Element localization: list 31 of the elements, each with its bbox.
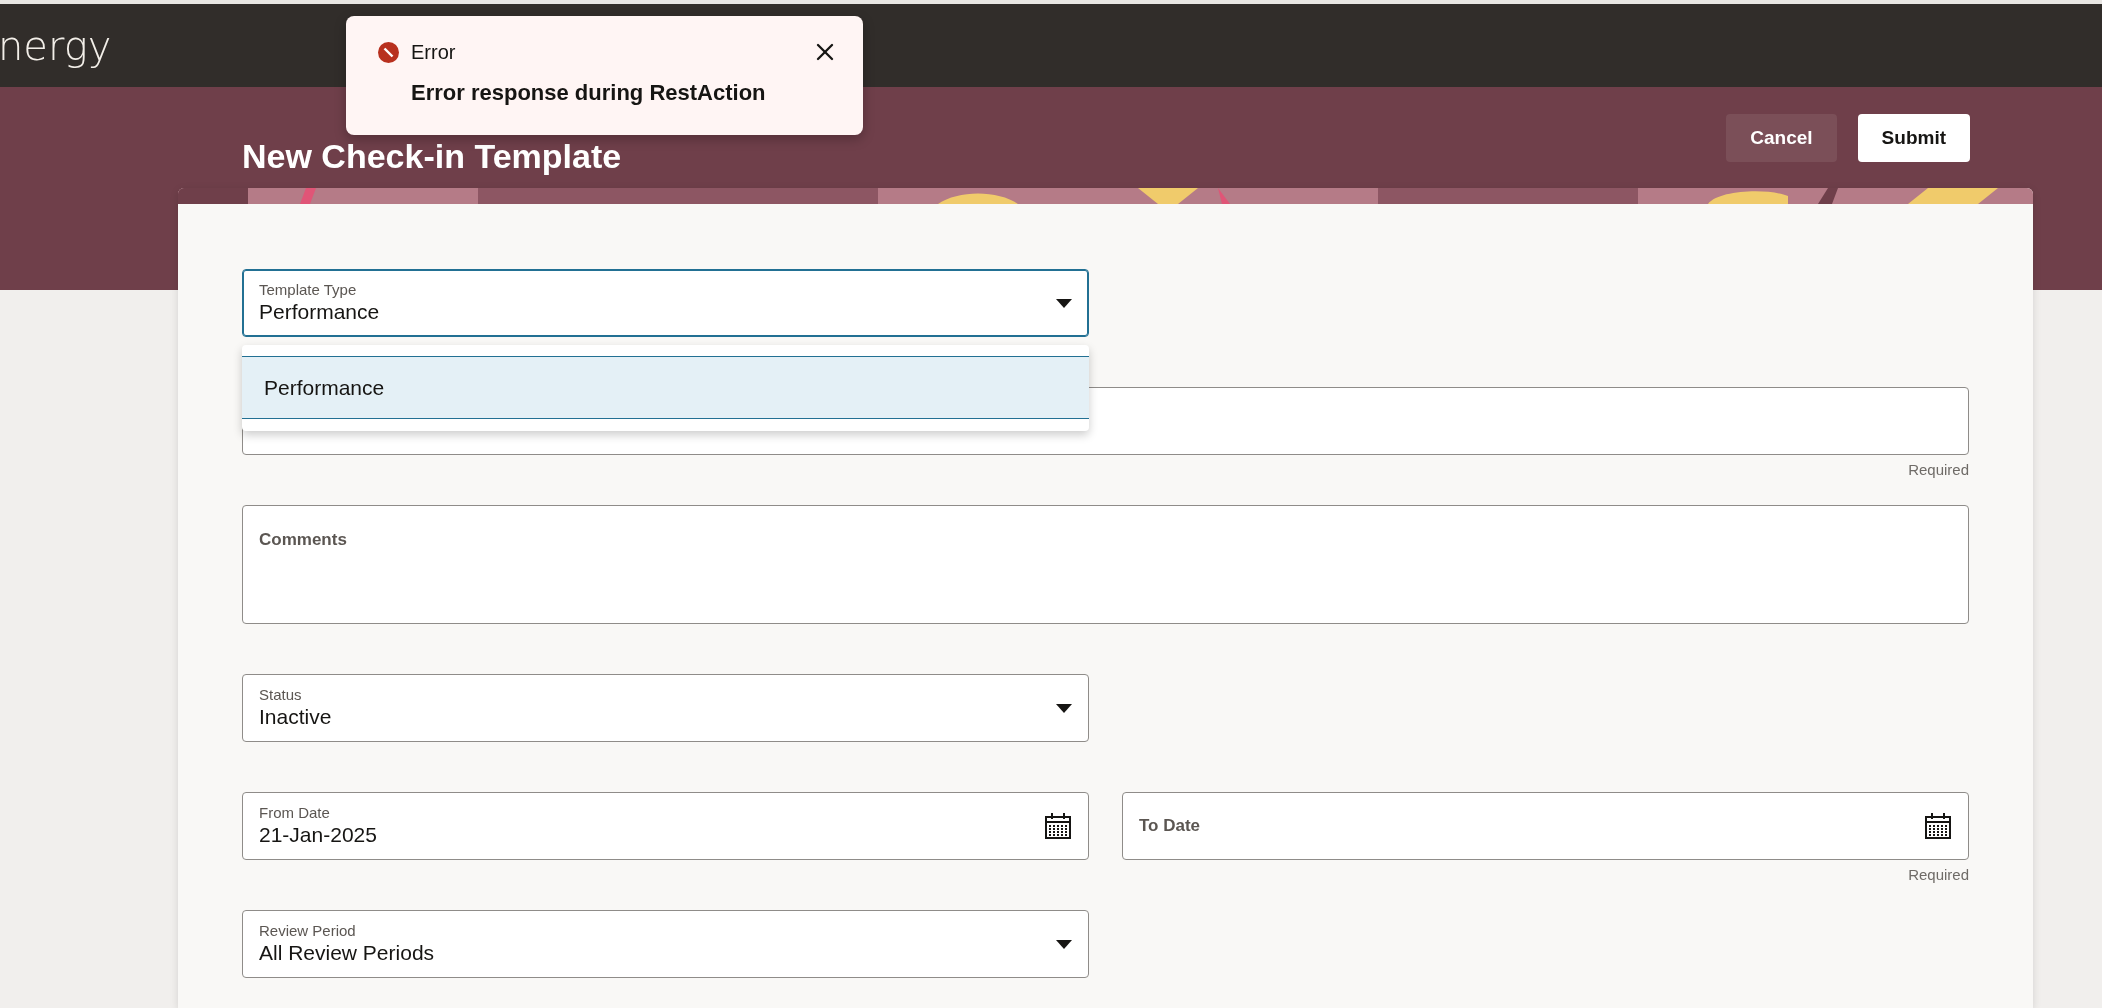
field-label: Comments (259, 530, 348, 550)
dropdown-option[interactable]: Performance (242, 356, 1089, 419)
select-field[interactable]: Review Period All Review Periods (242, 910, 1089, 978)
select-field[interactable]: Template Type Performance (242, 269, 1089, 337)
required-hint: Required (1908, 461, 1969, 479)
toast-message: Error response during RestAction (411, 80, 767, 106)
date-field[interactable]: To Date (1122, 792, 1969, 860)
text-area[interactable]: Comments (242, 505, 1969, 624)
field-value: Performance (259, 299, 381, 325)
field-label: Status (259, 686, 303, 704)
required-hint: Required (1908, 866, 1969, 884)
field-label: From Date (259, 804, 331, 822)
date-field[interactable]: From Date 21-Jan-2025 (242, 792, 1089, 860)
caret-icon (1056, 703, 1072, 713)
caret-icon (1056, 939, 1072, 949)
cancel-button[interactable]: Cancel (1726, 113, 1837, 162)
page-title: New Check-in Template (242, 137, 623, 176)
field-value: 21-Jan-2025 (259, 822, 378, 848)
submit-button[interactable]: Submit (1857, 113, 1970, 162)
field-value: Inactive (259, 704, 333, 730)
logo[interactable]: nergy (0, 22, 112, 69)
caret-icon (1056, 298, 1072, 308)
field-label: Review Period (259, 922, 357, 940)
field-value: All Review Periods (259, 940, 436, 966)
calendar-icon[interactable] (1044, 812, 1072, 840)
error-icon (378, 41, 399, 63)
calendar-icon[interactable] (1924, 812, 1952, 840)
field-label: To Date (1139, 816, 1202, 836)
field-label: Template Type (259, 281, 358, 299)
toast-title: Error (411, 40, 457, 64)
select-field[interactable]: Status Inactive (242, 674, 1089, 742)
